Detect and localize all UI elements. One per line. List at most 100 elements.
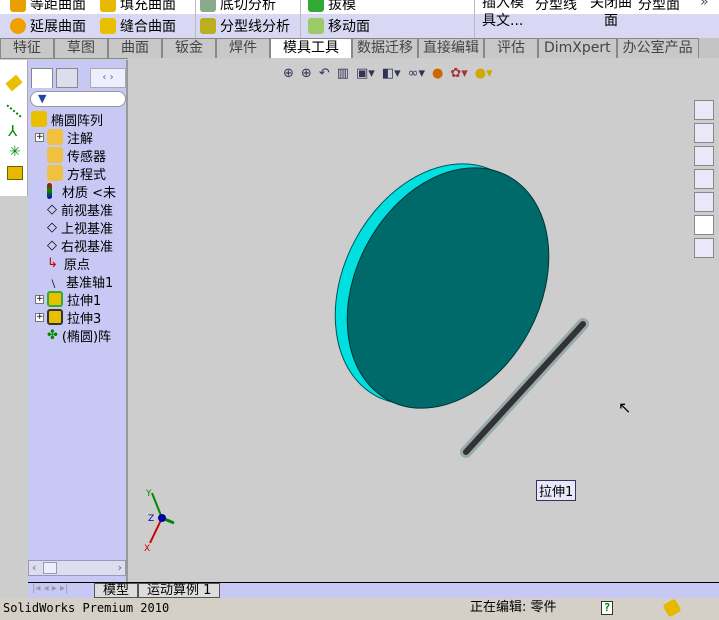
filter-input[interactable]: ▼: [30, 91, 126, 107]
point-icon[interactable]: ✳: [9, 144, 21, 160]
tab-sketch[interactable]: 草图: [54, 38, 108, 58]
tree-item-axis1[interactable]: ﹨ 基准轴1: [47, 272, 113, 291]
undercut-icon: [200, 0, 216, 12]
tree-item-top-plane[interactable]: ◇ 上视基准: [47, 218, 114, 237]
tab-motion-study[interactable]: 运动算例 1: [138, 583, 221, 598]
equation-icon: [47, 165, 63, 181]
tree-item-right-plane[interactable]: ◇ 右视基准: [47, 236, 113, 255]
separator: [195, 0, 196, 38]
appearances-icon[interactable]: [694, 215, 714, 235]
tree-item-equations[interactable]: 方程式: [47, 164, 106, 183]
tab-dimxpert[interactable]: DimXpert: [538, 38, 617, 58]
coordinate-system-icon[interactable]: ⅄: [8, 122, 17, 140]
tab-direct-editing[interactable]: 直接编辑: [418, 38, 484, 58]
draft-button[interactable]: 拔模: [308, 0, 356, 14]
home-icon[interactable]: [694, 100, 714, 120]
label: 延展曲面: [30, 19, 86, 35]
plane-icon[interactable]: [5, 74, 23, 92]
label: 移动面: [328, 19, 370, 35]
insert-mold-folder-button[interactable]: 插入模具文...: [482, 0, 532, 30]
tree-item-elliptical-pattern[interactable]: ✤ (椭圆)阵: [47, 326, 112, 345]
label: 传感器: [67, 149, 107, 165]
tab-weldments[interactable]: 焊件: [216, 38, 270, 58]
label: 分型线: [535, 0, 577, 13]
filter-icon: ▼: [38, 92, 47, 105]
tab-evaluate[interactable]: 评估: [484, 38, 538, 58]
scroll-right-icon[interactable]: ›: [118, 561, 122, 574]
shut-off-surface-button[interactable]: 关闭曲面: [586, 0, 636, 30]
tab-scroll-arrows[interactable]: ‹ ›: [90, 68, 126, 88]
tree-item-origin[interactable]: ↳ 原点: [47, 254, 90, 273]
design-library-icon[interactable]: [694, 123, 714, 143]
offset-surface-icon: [10, 0, 26, 12]
tree-root[interactable]: 椭圆阵列: [31, 110, 104, 129]
graphics-area[interactable]: ⊕ ⊕ ↶ ▥ ▣▾ ◧▾ ∞▾ ● ✿▾ ●▾ 拉伸1 ↖ Y Z X: [128, 58, 719, 582]
feature-tooltip: 拉伸1: [536, 480, 577, 501]
property-manager-tab[interactable]: [56, 68, 78, 88]
extend-surface-icon: [10, 18, 26, 34]
parting-surface-button[interactable]: 分型面: [638, 0, 680, 14]
extrude-icon: [47, 309, 63, 325]
tab-sheet-metal[interactable]: 钣金: [162, 38, 216, 58]
label: 上视基准: [61, 221, 114, 237]
tree-item-material[interactable]: 材质 <未: [47, 182, 117, 201]
label: 前视基准: [61, 203, 114, 219]
scroll-left-icon[interactable]: ‹: [32, 561, 36, 574]
task-pane-tabs: [694, 100, 716, 261]
undercut-analysis-button[interactable]: 底切分析: [200, 0, 276, 14]
draft-icon: [308, 0, 324, 12]
offset-surface-button[interactable]: 等距曲面: [10, 0, 86, 14]
tab-data-migration[interactable]: 数据迁移: [352, 38, 418, 58]
triad-z-label: Z: [148, 514, 154, 524]
label: 分型线分析: [220, 19, 290, 35]
file-explorer-icon[interactable]: [694, 146, 714, 166]
label: 底切分析: [220, 0, 276, 13]
material-icon: [47, 183, 52, 199]
axis-icon[interactable]: [6, 104, 22, 118]
label: (椭圆)阵: [61, 329, 112, 345]
expand-icon[interactable]: +: [35, 132, 44, 142]
tree-item-annotations[interactable]: + 注解: [35, 128, 93, 147]
parting-line-analysis-button[interactable]: 分型线分析: [200, 16, 290, 36]
tag-icon[interactable]: [662, 598, 682, 618]
label: 材质 <未: [62, 185, 117, 201]
parting-line-button[interactable]: 分型线: [535, 0, 577, 14]
command-manager: 等距曲面 填充曲面 底切分析 拔模 延展曲面 缝合曲面 分型线分析 移动面 插入…: [0, 0, 719, 38]
expand-icon[interactable]: +: [35, 294, 44, 304]
tab-features[interactable]: 特征: [0, 38, 54, 58]
tree-horizontal-scrollbar[interactable]: ‹ ›: [28, 560, 126, 576]
knit-surface-button[interactable]: 缝合曲面: [100, 16, 176, 36]
more-chevron-icon[interactable]: »: [700, 0, 709, 10]
tab-model[interactable]: 模型: [94, 583, 139, 598]
search-icon[interactable]: [694, 169, 714, 189]
tab-surfaces[interactable]: 曲面: [108, 38, 162, 58]
fill-surface-button[interactable]: 填充曲面: [100, 0, 176, 14]
extend-surface-button[interactable]: 延展曲面: [10, 16, 86, 36]
mate-reference-icon[interactable]: [7, 166, 23, 180]
label: 填充曲面: [120, 0, 176, 13]
fill-surface-icon: [100, 0, 116, 12]
feature-manager-tab[interactable]: [31, 68, 53, 88]
custom-properties-icon[interactable]: [694, 238, 714, 258]
knit-surface-icon: [100, 18, 116, 34]
tab-nav-arrows[interactable]: |◂ ◂ ▸ ▸|: [28, 583, 94, 598]
reference-toolbar: ⅄ ✳: [0, 60, 28, 196]
scroll-thumb[interactable]: [43, 562, 57, 574]
expand-icon[interactable]: +: [35, 312, 44, 322]
tab-office-products[interactable]: 办公室产品: [616, 38, 699, 58]
command-tabs: 特征 草图 曲面 钣金 焊件 模具工具 数据迁移 直接编辑 评估 DimXper…: [0, 38, 719, 59]
tree-item-sensors[interactable]: 传感器: [47, 146, 107, 165]
feature-manager-tree: ‹ › ▼ 椭圆阵列 + 注解 传感器 方程式 材质 <未 ◇ 前视基准 ◇ 上视基准…: [28, 60, 128, 582]
tab-mold-tools[interactable]: 模具工具: [270, 38, 352, 59]
tree-item-extrude1[interactable]: + 拉伸1: [35, 290, 101, 309]
label: 分型面: [638, 0, 680, 13]
separator: [300, 0, 301, 38]
view-palette-icon[interactable]: [694, 192, 714, 212]
parting-analysis-icon: [200, 18, 216, 34]
help-icon[interactable]: ?: [601, 601, 613, 615]
label: 椭圆阵列: [51, 113, 104, 129]
label: 插入模具文...: [482, 0, 524, 29]
tree-item-front-plane[interactable]: ◇ 前视基准: [47, 200, 114, 219]
tree-item-extrude3[interactable]: + 拉伸3: [35, 308, 101, 327]
move-face-button[interactable]: 移动面: [308, 16, 370, 36]
